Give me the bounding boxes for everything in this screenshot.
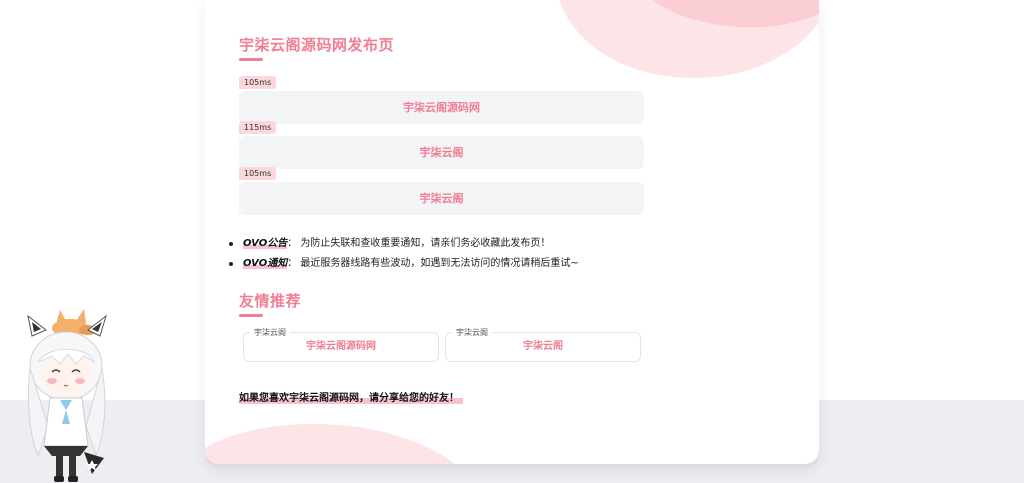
notice-separator: ： xyxy=(287,238,298,249)
list-item: OVO公告： 为防止失联和查收重要通知，请亲们务必收藏此发布页！ xyxy=(229,234,659,254)
bottom-left-decoration xyxy=(205,424,455,464)
top-right-decoration xyxy=(559,0,819,78)
friend-name[interactable]: 宇柒云阁 xyxy=(446,333,640,361)
notice-text: 最近服务器线路有些波动，如遇到无法访问的情况请稍后重试~ xyxy=(300,258,579,269)
notice-separator: ： xyxy=(287,258,298,269)
notice-tag: OVO公告 xyxy=(243,238,288,249)
notice-tag: OVO通知 xyxy=(243,258,288,269)
friend-name[interactable]: 宇柒云阁源码网 xyxy=(244,333,438,361)
link-button[interactable]: 宇柒云阁 xyxy=(239,182,644,215)
main-card: 宇柒云阁源码网发布页 105ms 宇柒云阁源码网 115ms 宇柒云阁 105m… xyxy=(205,0,819,464)
link-row[interactable]: 115ms 宇柒云阁 xyxy=(239,121,644,171)
latency-badge: 115ms xyxy=(239,121,277,134)
list-item: OVO通知： 最近服务器线路有些波动，如遇到无法访问的情况请稍后重试~ xyxy=(229,254,659,274)
notice-list: OVO公告： 为防止失联和查收重要通知，请亲们务必收藏此发布页！ OVO通知： … xyxy=(229,234,659,274)
mascot-illustration xyxy=(27,309,107,482)
share-message: 如果您喜欢宇柒云阁源码网，请分享给您的好友！ xyxy=(239,389,463,404)
friend-link[interactable]: 宇柒云阁 宇柒云阁源码网 xyxy=(243,327,439,362)
friends-title: 友情推荐 xyxy=(239,292,302,310)
latency-badge: 105ms xyxy=(239,167,277,180)
link-row[interactable]: 105ms 宇柒云阁 xyxy=(239,167,644,217)
link-button[interactable]: 宇柒云阁源码网 xyxy=(239,91,644,124)
friend-link[interactable]: 宇柒云阁 宇柒云阁 xyxy=(445,327,641,362)
notice-text: 为防止失联和查收重要通知，请亲们务必收藏此发布页！ xyxy=(300,238,551,249)
title-underline xyxy=(239,314,263,317)
page-title: 宇柒云阁源码网发布页 xyxy=(239,36,395,54)
link-button[interactable]: 宇柒云阁 xyxy=(239,136,644,169)
title-underline xyxy=(239,58,263,61)
bullet-icon xyxy=(229,242,233,246)
latency-badge: 105ms xyxy=(239,76,277,89)
bullet-icon xyxy=(229,262,233,266)
link-row[interactable]: 105ms 宇柒云阁源码网 xyxy=(239,76,644,126)
